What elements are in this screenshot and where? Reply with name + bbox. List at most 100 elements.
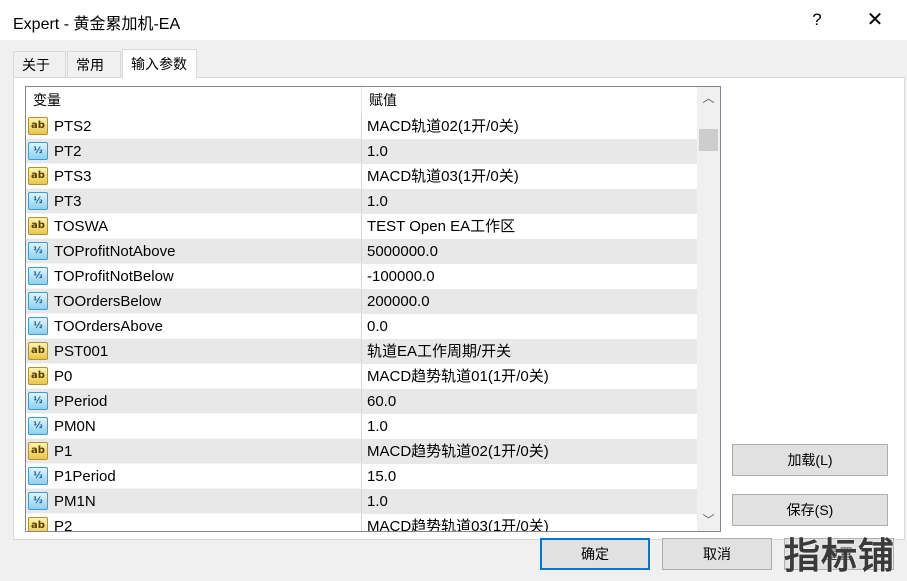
expert-dialog: Expert - 黄金累加机-EA ? ✕ 关于 常用 输入参数 变量 赋值 a…	[0, 0, 907, 581]
column-header-value[interactable]: 赋值	[362, 87, 697, 114]
variable-cell[interactable]: ab P2	[26, 514, 362, 532]
variable-name: P2	[54, 518, 73, 532]
variable-cell[interactable]: ab PTS3	[26, 164, 362, 189]
table-row[interactable]: ab TOSWA TEST Open EA工作区	[26, 214, 697, 239]
string-type-icon: ab	[28, 217, 48, 235]
numeric-type-icon: ½	[28, 417, 48, 435]
variable-cell[interactable]: ½ PT3	[26, 189, 362, 214]
parameters-list[interactable]: 变量 赋值 ab PTS2 MACD轨道02(1开/0关) ½ PT2 1.0 ab PTS3…	[25, 86, 721, 532]
list-rows: ab PTS2 MACD轨道02(1开/0关) ½ PT2 1.0 ab PTS3 MACD轨道…	[26, 114, 697, 532]
value-cell[interactable]: 200000.0	[362, 289, 697, 314]
table-row[interactable]: ab PST001 轨道EA工作周期/开关	[26, 339, 697, 364]
column-header-variable[interactable]: 变量	[26, 87, 362, 114]
variable-name: TOOrdersAbove	[54, 318, 163, 335]
string-type-icon: ab	[28, 367, 48, 385]
value-cell[interactable]: MACD趋势轨道03(1开/0关)	[362, 514, 697, 531]
value-cell[interactable]: MACD轨道02(1开/0关)	[362, 114, 697, 139]
table-row[interactable]: ab PTS3 MACD轨道03(1开/0关)	[26, 164, 697, 189]
table-row[interactable]: ab P2 MACD趋势轨道03(1开/0关)	[26, 514, 697, 532]
value-cell[interactable]: MACD轨道03(1开/0关)	[362, 164, 697, 189]
table-row[interactable]: ab PTS2 MACD轨道02(1开/0关)	[26, 114, 697, 139]
variable-name: PST001	[54, 343, 109, 360]
value-cell[interactable]: 15.0	[362, 464, 697, 489]
numeric-type-icon: ½	[28, 267, 48, 285]
variable-name: PM1N	[54, 493, 96, 510]
variable-cell[interactable]: ½ PM0N	[26, 414, 362, 439]
numeric-type-icon: ½	[28, 317, 48, 335]
title-bar: Expert - 黄金累加机-EA ? ✕	[0, 0, 907, 40]
variable-name: P1	[54, 443, 73, 460]
variable-cell[interactable]: ab PST001	[26, 339, 362, 364]
value-cell[interactable]: 1.0	[362, 189, 697, 214]
table-row[interactable]: ½ TOOrdersAbove 0.0	[26, 314, 697, 339]
value-cell[interactable]: 1.0	[362, 414, 697, 439]
table-row[interactable]: ½ TOProfitNotBelow -100000.0	[26, 264, 697, 289]
numeric-type-icon: ½	[28, 242, 48, 260]
string-type-icon: ab	[28, 117, 48, 135]
numeric-type-icon: ½	[28, 192, 48, 210]
variable-name: PT2	[54, 143, 82, 160]
variable-name: PTS3	[54, 168, 92, 185]
variable-name: PM0N	[54, 418, 96, 435]
variable-cell[interactable]: ab P0	[26, 364, 362, 389]
scroll-up-icon[interactable]: ︿	[697, 87, 720, 109]
tab-inputs[interactable]: 输入参数	[122, 49, 197, 78]
value-cell[interactable]: 0.0	[362, 314, 697, 339]
variable-cell[interactable]: ½ PPeriod	[26, 389, 362, 414]
variable-cell[interactable]: ½ TOProfitNotBelow	[26, 264, 362, 289]
string-type-icon: ab	[28, 517, 48, 531]
help-icon[interactable]: ?	[797, 6, 837, 34]
close-icon[interactable]: ✕	[855, 6, 895, 34]
string-type-icon: ab	[28, 342, 48, 360]
variable-cell[interactable]: ½ P1Period	[26, 464, 362, 489]
tab-about[interactable]: 关于	[13, 51, 66, 77]
window-title: Expert - 黄金累加机-EA	[13, 16, 181, 33]
table-row[interactable]: ab P0 MACD趋势轨道01(1开/0关)	[26, 364, 697, 389]
variable-cell[interactable]: ½ TOProfitNotAbove	[26, 239, 362, 264]
save-button[interactable]: 保存(S)	[732, 494, 888, 526]
numeric-type-icon: ½	[28, 492, 48, 510]
vertical-scrollbar[interactable]: ︿ ﹀	[697, 87, 720, 531]
table-row[interactable]: ½ PM0N 1.0	[26, 414, 697, 439]
value-cell[interactable]: 60.0	[362, 389, 697, 414]
table-row[interactable]: ab P1 MACD趋势轨道02(1开/0关)	[26, 439, 697, 464]
numeric-type-icon: ½	[28, 142, 48, 160]
table-row[interactable]: ½ PM1N 1.0	[26, 489, 697, 514]
value-cell[interactable]: MACD趋势轨道02(1开/0关)	[362, 439, 697, 464]
cancel-button[interactable]: 取消	[662, 538, 772, 570]
table-row[interactable]: ½ TOProfitNotAbove 5000000.0	[26, 239, 697, 264]
reset-button[interactable]: 重置	[784, 538, 894, 570]
scroll-thumb[interactable]	[699, 129, 718, 151]
variable-cell[interactable]: ½ PT2	[26, 139, 362, 164]
list-header: 变量 赋值	[26, 87, 697, 114]
table-row[interactable]: ½ PPeriod 60.0	[26, 389, 697, 414]
variable-cell[interactable]: ½ TOOrdersAbove	[26, 314, 362, 339]
ok-button[interactable]: 确定	[540, 538, 650, 570]
value-cell[interactable]: 1.0	[362, 139, 697, 164]
load-button[interactable]: 加载(L)	[732, 444, 888, 476]
variable-cell[interactable]: ½ TOOrdersBelow	[26, 289, 362, 314]
string-type-icon: ab	[28, 442, 48, 460]
value-cell[interactable]: TEST Open EA工作区	[362, 214, 697, 239]
value-cell[interactable]: MACD趋势轨道01(1开/0关)	[362, 364, 697, 389]
variable-name: PTS2	[54, 118, 92, 135]
variable-name: TOSWA	[54, 218, 109, 235]
variable-cell[interactable]: ½ PM1N	[26, 489, 362, 514]
value-cell[interactable]: 轨道EA工作周期/开关	[362, 339, 697, 364]
table-row[interactable]: ½ PT2 1.0	[26, 139, 697, 164]
value-cell[interactable]: -100000.0	[362, 264, 697, 289]
variable-cell[interactable]: ab TOSWA	[26, 214, 362, 239]
value-cell[interactable]: 1.0	[362, 489, 697, 514]
value-cell[interactable]: 5000000.0	[362, 239, 697, 264]
tab-common[interactable]: 常用	[67, 51, 121, 77]
scroll-down-icon[interactable]: ﹀	[697, 509, 720, 531]
variable-cell[interactable]: ab P1	[26, 439, 362, 464]
numeric-type-icon: ½	[28, 292, 48, 310]
table-row[interactable]: ½ TOOrdersBelow 200000.0	[26, 289, 697, 314]
table-row[interactable]: ½ P1Period 15.0	[26, 464, 697, 489]
table-row[interactable]: ½ PT3 1.0	[26, 189, 697, 214]
variable-cell[interactable]: ab PTS2	[26, 114, 362, 139]
numeric-type-icon: ½	[28, 392, 48, 410]
string-type-icon: ab	[28, 167, 48, 185]
variable-name: TOProfitNotBelow	[54, 268, 174, 285]
